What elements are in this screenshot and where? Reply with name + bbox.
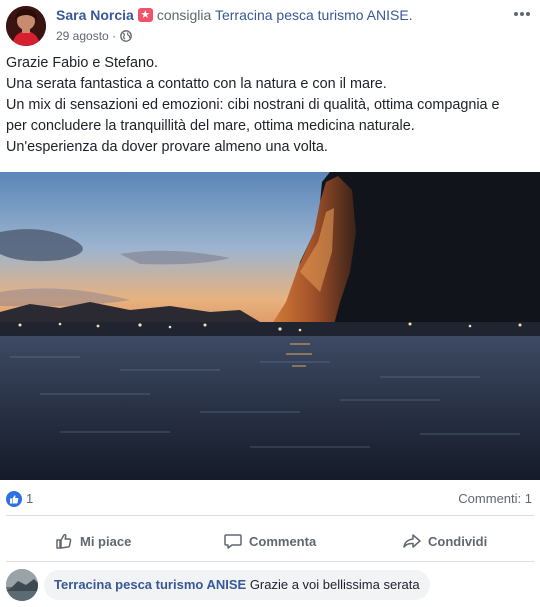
- post-actions: Mi piace Commenta Condividi: [0, 524, 540, 558]
- author-avatar[interactable]: [6, 6, 46, 46]
- post-text-line: per concludere la tranquillità del mare,…: [6, 118, 415, 134]
- post-text-line: Una serata fantastica a contatto con la …: [6, 76, 387, 92]
- post-header: Sara Norcia ★ consiglia Terracina pesca tu…: [0, 0, 540, 52]
- recommends-text: consiglia: [156, 7, 212, 23]
- divider: [6, 561, 534, 562]
- thumbs-up-icon[interactable]: [6, 491, 22, 507]
- globe-icon[interactable]: [120, 30, 132, 42]
- post-stats: 1 Commenti: 1: [0, 488, 540, 510]
- comment-item: Terracina pesca turismo ANISE Grazie a v…: [0, 566, 540, 607]
- post-text-line: Grazie Fabio e Stefano.: [6, 55, 158, 71]
- comment-bubble-icon: [224, 534, 242, 549]
- post-photo[interactable]: [0, 172, 540, 480]
- share-arrow-icon: [403, 534, 421, 548]
- comment-text: Grazie a voi bellissima serata: [249, 577, 420, 592]
- comment-label: Commenta: [249, 533, 317, 549]
- meta-separator: ·: [112, 29, 117, 43]
- comment-author[interactable]: Terracina pesca turismo ANISE: [54, 577, 246, 592]
- page-link[interactable]: Terracina pesca turismo ANISE.: [215, 7, 413, 23]
- post-meta: 29 agosto ·: [56, 29, 132, 43]
- comment-bubble: Terracina pesca turismo ANISE Grazie a v…: [44, 570, 430, 600]
- like-label: Mi piace: [80, 533, 132, 549]
- like-button[interactable]: Mi piace: [54, 524, 131, 558]
- thumbs-up-icon: [56, 533, 72, 549]
- author-name[interactable]: Sara Norcia: [56, 7, 134, 23]
- divider: [6, 515, 534, 516]
- post-text: Grazie Fabio e Stefano. Una serata fanta…: [6, 53, 534, 158]
- avatar[interactable]: [6, 569, 38, 601]
- post-text-line: Un mix di sensazioni ed emozioni: cibi n…: [6, 97, 500, 113]
- more-options-icon[interactable]: [512, 6, 532, 22]
- share-button[interactable]: Condividi: [402, 524, 487, 558]
- post-text-line: Un'esperienza da dover provare almeno un…: [6, 139, 328, 155]
- star-badge-icon: ★: [137, 8, 153, 22]
- comments-count[interactable]: Commenti: 1: [458, 491, 532, 506]
- share-label: Condividi: [428, 533, 488, 549]
- comment-button[interactable]: Commenta: [223, 524, 316, 558]
- post-date[interactable]: 29 agosto: [56, 29, 109, 43]
- like-count[interactable]: 1: [26, 491, 33, 506]
- author-line: Sara Norcia ★ consiglia Terracina pesca tu…: [56, 7, 413, 23]
